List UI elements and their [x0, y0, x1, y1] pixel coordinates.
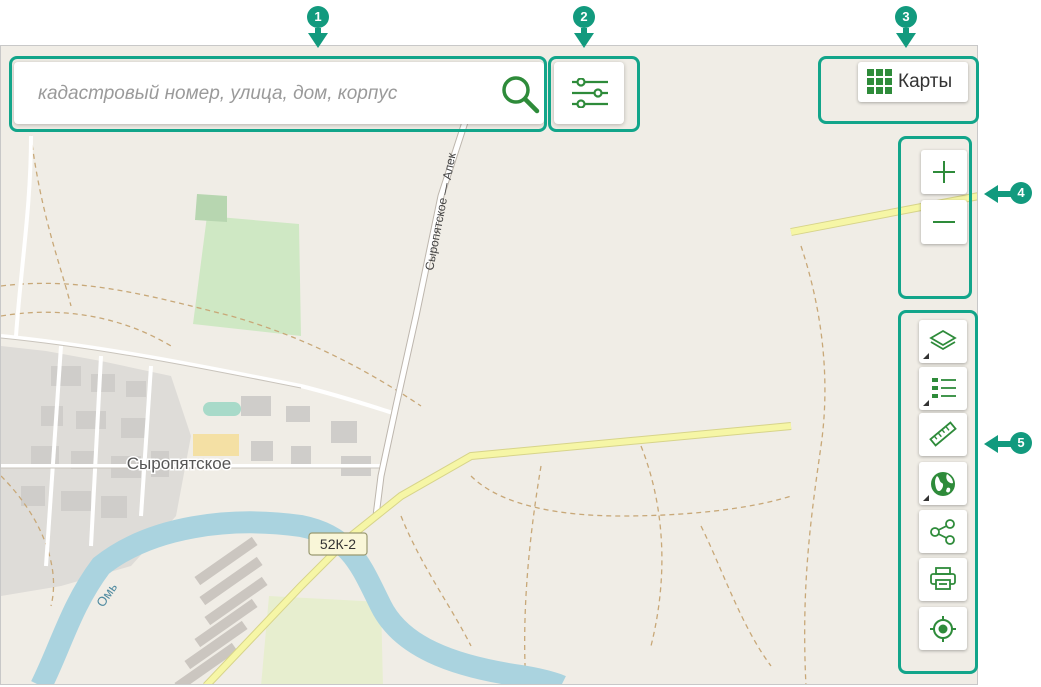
down-arrow-icon [896, 28, 916, 48]
road-label: Сыропятское — Алек [422, 151, 459, 272]
annotation-marker-3: 3 [892, 6, 920, 48]
annotation-marker-4: 4 [984, 182, 1032, 206]
forest-patch [195, 194, 227, 222]
down-arrow-icon [574, 28, 594, 48]
annotation-marker-5: 5 [984, 432, 1032, 456]
dacha-plots [174, 536, 268, 684]
meadow-area [193, 216, 301, 336]
highlight-box-filter [548, 56, 640, 132]
down-arrow-icon [308, 28, 328, 48]
annotation-number: 4 [1010, 182, 1032, 204]
highlight-box-zoom [898, 136, 972, 299]
highlight-box-search [9, 56, 547, 132]
route-shield-label: 52К-2 [320, 536, 356, 552]
annotation-marker-2: 2 [570, 6, 598, 48]
annotation-number: 5 [1010, 432, 1032, 454]
school-area [193, 434, 239, 456]
highlight-box-maps [818, 56, 979, 124]
place-label: Сыропятское [127, 454, 231, 473]
map-canvas[interactable]: 52К-2 Сыропятское Сыропятское — Алек Омь [0, 45, 978, 685]
annotation-marker-1: 1 [304, 6, 332, 48]
pond [203, 402, 241, 416]
highlight-box-tools [898, 310, 978, 674]
map-tiles: 52К-2 Сыропятское Сыропятское — Алек Омь [1, 114, 977, 684]
